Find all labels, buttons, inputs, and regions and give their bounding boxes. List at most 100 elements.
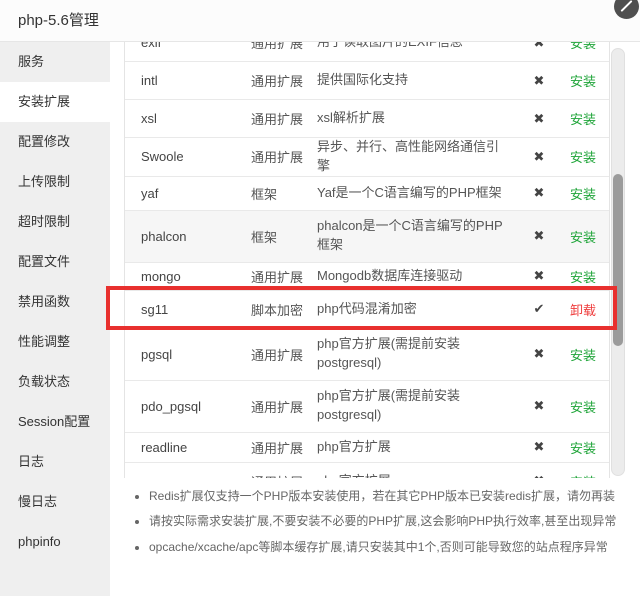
install-link[interactable]: 安装: [570, 74, 596, 89]
install-link[interactable]: 安装: [570, 441, 596, 456]
status-cross-icon: ✖: [521, 185, 557, 201]
sidebar-item-超时限制[interactable]: 超时限制: [0, 202, 110, 242]
extension-desc: php官方扩展(需提前安装 postgresql): [317, 335, 521, 373]
install-link[interactable]: 安装: [570, 270, 596, 285]
titlebar: php-5.6管理: [0, 0, 640, 42]
status-cross-icon: ✖: [521, 473, 557, 478]
status-cross-icon: ✖: [521, 268, 557, 284]
table-row: Swoole通用扩展异步、并行、高性能网络通信引擎✖ 安装: [125, 138, 609, 177]
action-cell: 安装: [557, 438, 609, 457]
extension-name: readline: [125, 440, 251, 455]
extension-name: pgsql: [125, 347, 251, 362]
extension-type: 通用扩展: [251, 438, 317, 457]
extension-type: 框架: [251, 227, 317, 246]
extension-desc: xsl解析扩展: [317, 109, 521, 128]
install-link[interactable]: 安装: [570, 150, 596, 165]
extension-desc: 提供国际化支持: [317, 71, 521, 90]
status-cross-icon: ✖: [521, 228, 557, 244]
action-cell: 安装: [557, 42, 609, 52]
notes-list: Redis扩展仅支持一个PHP版本安装使用，若在其它PHP版本已安装redis扩…: [133, 488, 640, 564]
sidebar-item-上传限制[interactable]: 上传限制: [0, 162, 110, 202]
sidebar-item-禁用函数[interactable]: 禁用函数: [0, 282, 110, 322]
action-cell: 安装: [557, 397, 609, 416]
action-cell: 安装: [557, 109, 609, 128]
note-item: opcache/xcache/apc等脚本缓存扩展,请只安装其中1个,否则可能导…: [149, 539, 640, 556]
table-row: yaf框架Yaf是一个C语言编写的PHP框架✖安装: [125, 177, 609, 211]
extension-desc: Mongodb数据库连接驱动: [317, 267, 521, 286]
extension-name: mongo: [125, 269, 251, 284]
action-cell: 安装: [557, 147, 609, 166]
status-cross-icon: ✖: [521, 439, 557, 455]
action-cell: 安装: [557, 184, 609, 203]
extension-desc: php官方扩展: [317, 438, 521, 457]
install-link[interactable]: 安装: [570, 400, 596, 415]
install-link[interactable]: 安装: [570, 42, 596, 51]
action-cell: 卸载: [557, 300, 609, 319]
uninstall-link[interactable]: 卸载: [570, 303, 596, 318]
status-cross-icon: ✖: [521, 346, 557, 362]
extension-type: 通用扩展: [251, 397, 317, 416]
extension-rows: exif通用扩展用于读取图片的EXIF信息✖安装intl通用扩展提供国际化支持✖…: [125, 42, 609, 478]
extension-desc: php代码混淆加密: [317, 300, 521, 319]
table-row: xsl通用扩展xsl解析扩展✖安装: [125, 100, 609, 138]
page-title: php-5.6管理: [0, 0, 99, 41]
scrollbar-thumb[interactable]: [613, 174, 623, 346]
action-cell: 安装: [557, 472, 609, 478]
table-row: readline通用扩展php官方扩展✖ 安装: [125, 433, 609, 463]
sidebar-item-慢日志[interactable]: 慢日志: [0, 482, 110, 522]
corner-badge-slash: [620, 0, 632, 12]
action-cell: 安装: [557, 267, 609, 286]
sidebar-item-phpinfo[interactable]: phpinfo: [0, 522, 110, 562]
extension-desc: phalcon是一个C语言编写的PHP框架: [317, 217, 521, 255]
table-row: mongo通用扩展Mongodb数据库连接驱动✖ 安装: [125, 263, 609, 291]
note-item: Redis扩展仅支持一个PHP版本安装使用，若在其它PHP版本已安装redis扩…: [149, 488, 640, 505]
extension-name: sg11: [125, 302, 251, 317]
extension-desc: 异步、并行、高性能网络通信引擎: [317, 138, 521, 176]
extension-name: Swoole: [125, 149, 251, 164]
extension-name: xsl: [125, 111, 251, 126]
sidebar-item-负载状态[interactable]: 负载状态: [0, 362, 110, 402]
action-cell: 安装: [557, 71, 609, 90]
table-row: intl通用扩展提供国际化支持✖安装: [125, 62, 609, 100]
table-row: pgsql通用扩展php官方扩展(需提前安装 postgresql)✖安装: [125, 329, 609, 381]
table-row-highlighted: sg11脚本加密php代码混淆加密✔ 卸载: [125, 291, 609, 329]
sidebar-item-Session配置[interactable]: Session配置: [0, 402, 110, 442]
extension-type: 通用扩展: [251, 267, 317, 286]
status-cross-icon: ✖: [521, 42, 557, 51]
install-link[interactable]: 安装: [570, 187, 596, 202]
extension-type: 通用扩展: [251, 472, 317, 478]
action-cell: 安装: [557, 345, 609, 364]
install-link[interactable]: 安装: [570, 230, 596, 245]
extension-type: 通用扩展: [251, 42, 317, 52]
status-cross-icon: ✖: [521, 149, 557, 165]
extension-type: 脚本加密: [251, 300, 317, 319]
sidebar-item-日志[interactable]: 日志: [0, 442, 110, 482]
sidebar-item-安装扩展[interactable]: 安装扩展: [0, 82, 110, 122]
status-check-icon: ✔: [521, 301, 557, 317]
extension-type: 通用扩展: [251, 147, 317, 166]
extension-desc: 用于读取图片的EXIF信息: [317, 42, 521, 52]
extension-name: phalcon: [125, 229, 251, 244]
install-link[interactable]: 安装: [570, 348, 596, 363]
php-manager-window: php-5.6管理 服务安装扩展配置修改上传限制超时限制配置文件禁用函数性能调整…: [0, 0, 640, 596]
note-item: 请按实际需求安装扩展,不要安装不必要的PHP扩展,这会影响PHP执行效率,甚至出…: [149, 513, 640, 530]
action-cell: 安装: [557, 227, 609, 246]
extension-table: exif通用扩展用于读取图片的EXIF信息✖安装intl通用扩展提供国际化支持✖…: [124, 42, 610, 478]
sidebar-item-性能调整[interactable]: 性能调整: [0, 322, 110, 362]
status-cross-icon: ✖: [521, 73, 557, 89]
corner-badge-icon[interactable]: [614, 0, 639, 19]
sidebar: 服务安装扩展配置修改上传限制超时限制配置文件禁用函数性能调整负载状态Sessio…: [0, 42, 110, 596]
extension-desc: php官方扩展: [317, 472, 521, 478]
table-row: 通用扩展php官方扩展✖ 安装: [125, 463, 609, 478]
extension-type: 通用扩展: [251, 71, 317, 90]
sidebar-item-配置修改[interactable]: 配置修改: [0, 122, 110, 162]
sidebar-item-配置文件[interactable]: 配置文件: [0, 242, 110, 282]
table-row: pdo_pgsql通用扩展php官方扩展(需提前安装 postgresql)✖安…: [125, 381, 609, 433]
install-link[interactable]: 安装: [570, 112, 596, 127]
sidebar-item-服务[interactable]: 服务: [0, 42, 110, 82]
extension-type: 通用扩展: [251, 109, 317, 128]
extension-name: yaf: [125, 186, 251, 201]
install-link[interactable]: 安装: [570, 475, 596, 478]
extension-desc: php官方扩展(需提前安装 postgresql): [317, 387, 521, 425]
scrollbar[interactable]: [611, 48, 625, 476]
